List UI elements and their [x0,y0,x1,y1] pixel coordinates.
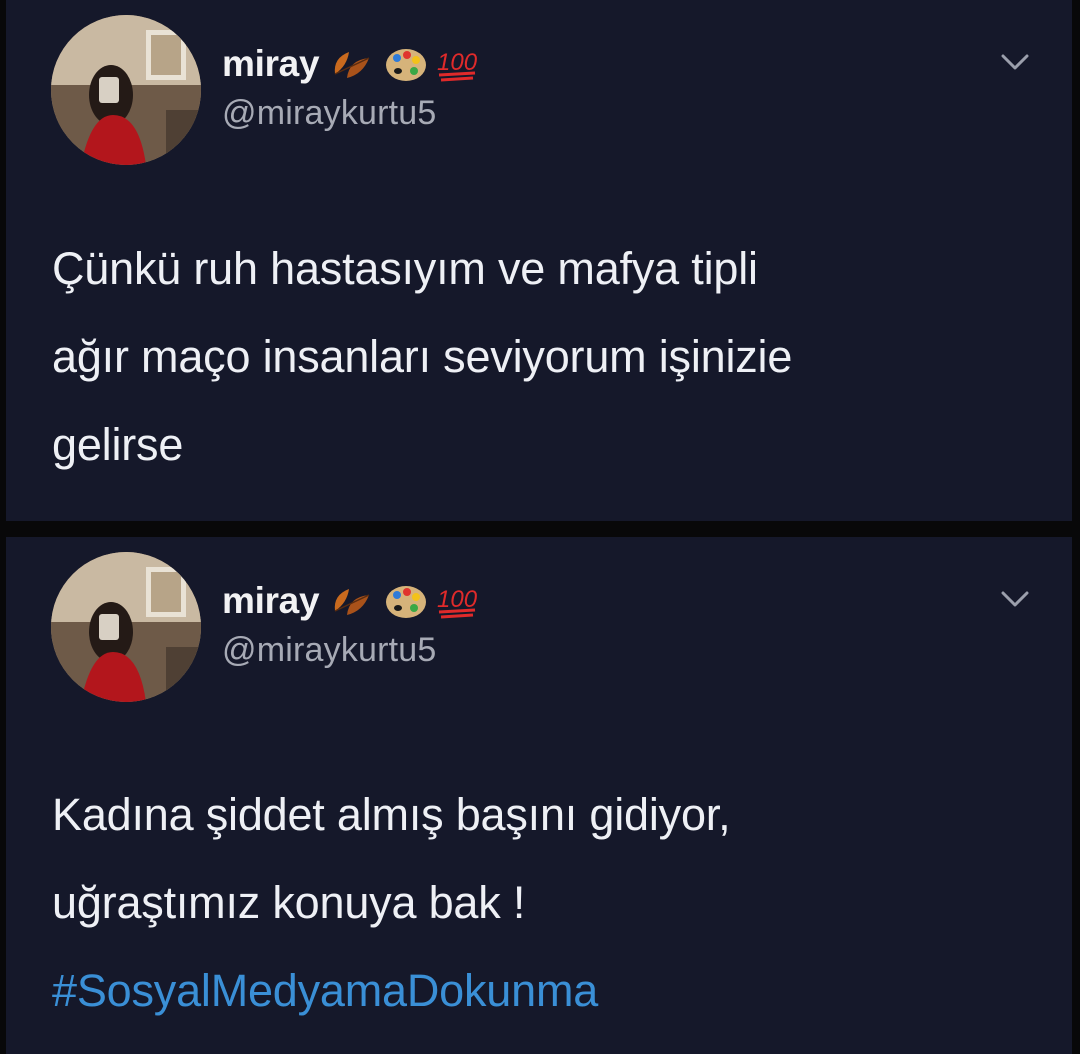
user-handle[interactable]: @miraykurtu5 [222,631,481,670]
avatar[interactable] [51,15,201,165]
tweet-text-line: ağır maço insanları seviyorum işinizie [52,331,793,382]
display-name[interactable]: miray [222,43,320,85]
tweet-body: Çünkü ruh hastasıyım ve mafya tipli ağır… [52,225,1042,489]
hundred-points-icon: 100 [435,581,481,621]
fallen-leaf-icon [329,581,377,621]
tweet-header: miray 100 @miraykurtu5 [222,579,481,670]
tweet-header: miray 100 @miraykurtu5 [222,42,481,133]
tweet-body: Kadına şiddet almış başını gidiyor, uğra… [52,771,1042,1035]
tweet-card[interactable]: miray [6,0,1072,521]
chevron-down-icon[interactable] [1000,52,1030,72]
avatar[interactable] [51,552,201,702]
chevron-down-icon[interactable] [1000,589,1030,609]
screenshot-collage: miray 100 @miraykurtu5 Çünkü ruh hastası… [0,0,1080,1054]
artist-palette-icon [383,581,429,621]
tweet-text-line: Kadına şiddet almış başını gidiyor, [52,789,731,840]
tweet-card[interactable]: miray [6,537,1072,1054]
hundred-points-icon: 100 [435,44,481,84]
tweet-text-line: gelirse [52,419,184,470]
tweet-text-line: uğraştımız konuya bak ! [52,877,526,928]
user-handle[interactable]: @miraykurtu5 [222,94,481,133]
fallen-leaf-icon [329,44,377,84]
artist-palette-icon [383,44,429,84]
name-emojis: 100 [329,44,481,84]
display-name[interactable]: miray [222,580,320,622]
hashtag-link[interactable]: #SosyalMedyamaDokunma [52,947,1042,1035]
name-emojis: 100 [329,581,481,621]
tweet-text-line: Çünkü ruh hastasıyım ve mafya tipli [52,243,758,294]
